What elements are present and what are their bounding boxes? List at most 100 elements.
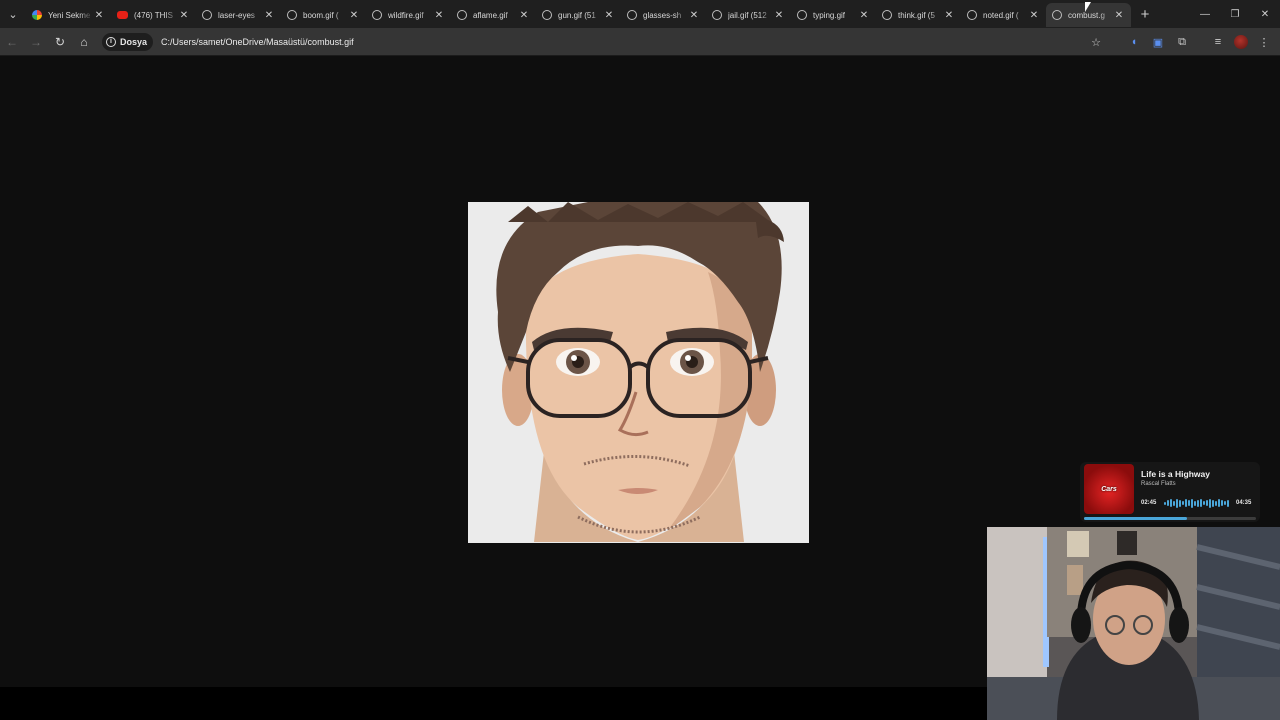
waveform-bar — [1221, 500, 1223, 506]
url-text[interactable]: C:/Users/samet/OneDrive/Masaüstü/combust… — [161, 37, 354, 47]
combust-gif-image — [468, 202, 809, 543]
waveform-bar — [1194, 500, 1196, 506]
extensions-icon[interactable]: ⧉ — [1174, 34, 1190, 50]
tab-close-icon[interactable]: ✕ — [603, 10, 615, 21]
tab-close-icon[interactable]: ✕ — [773, 10, 785, 21]
tab-close-icon[interactable]: ✕ — [858, 10, 870, 21]
song-artist: Rascal Flatts — [1141, 481, 1176, 487]
song-title: Life is a Highway — [1141, 469, 1210, 479]
tab-close-icon[interactable]: ✕ — [263, 10, 275, 21]
minimize-icon[interactable]: — — [1190, 0, 1220, 28]
tab-8[interactable]: glasses-sh ✕ — [621, 3, 706, 27]
restore-icon[interactable]: ❐ — [1220, 0, 1250, 28]
tab-title: gun.gif (51 — [558, 10, 596, 20]
waveform-bar — [1206, 500, 1208, 506]
youtube-icon — [117, 11, 128, 19]
home-button[interactable]: ⌂ — [72, 30, 96, 54]
elapsed-time: 02:45 — [1141, 500, 1157, 506]
toolbar-actions: ☆ ◖ ▣ ⧉ ≡ ⋮ — [1088, 28, 1272, 56]
browser-toolbar: ← → ↻ ⌂ i Dosya C:/Users/samet/OneDrive/… — [0, 28, 1280, 56]
tab-title: boom.gif ( — [303, 10, 339, 20]
waveform-bar — [1170, 499, 1172, 507]
tab-title: typing.gif — [813, 10, 846, 20]
tab-9[interactable]: jail.gif (512 ✕ — [706, 3, 791, 27]
new-tab-button[interactable]: + — [1133, 6, 1157, 23]
tab-title: wildfire.gif — [388, 10, 424, 20]
globe-icon — [202, 10, 212, 20]
tab-title: think.gif (5 — [898, 10, 935, 20]
waveform-bar — [1227, 499, 1229, 507]
anime-face-illustration — [468, 202, 809, 543]
menu-icon[interactable]: ⋮ — [1256, 34, 1272, 50]
profile-avatar[interactable] — [1234, 35, 1248, 49]
waveform-bar — [1188, 500, 1190, 506]
tab-title: noted.gif ( — [983, 10, 1019, 20]
tab-close-icon[interactable]: ✕ — [1028, 10, 1040, 21]
waveform-bar — [1182, 501, 1184, 505]
waveform-bar — [1224, 501, 1226, 505]
globe-icon — [797, 10, 807, 20]
tab-close-icon[interactable]: ✕ — [348, 10, 360, 21]
tab-close-icon[interactable]: ✕ — [178, 10, 190, 21]
back-button[interactable]: ← — [0, 30, 24, 54]
webcam-overlay — [987, 527, 1280, 720]
waveform-bar — [1167, 500, 1169, 506]
site-info-chip[interactable]: i Dosya — [102, 32, 154, 51]
globe-icon — [457, 10, 467, 20]
waveform-bar — [1176, 498, 1178, 508]
info-icon: i — [106, 36, 116, 47]
tab-12[interactable]: noted.gif ( ✕ — [961, 3, 1046, 27]
tab-close-icon[interactable]: ✕ — [93, 10, 105, 21]
translate-icon[interactable]: ▣ — [1150, 34, 1166, 50]
tab-title: jail.gif (512 — [728, 10, 767, 20]
tab-title: laser-eyes — [218, 10, 255, 20]
waveform-bar — [1191, 498, 1193, 508]
audio-waveform — [1164, 498, 1230, 508]
album-art: Cars — [1084, 464, 1134, 514]
tab-close-icon[interactable]: ✕ — [518, 10, 530, 21]
waveform-bar — [1197, 499, 1199, 507]
globe-icon — [967, 10, 977, 20]
playback-progress-bar[interactable] — [1084, 517, 1256, 520]
total-time: 04:35 — [1236, 500, 1252, 506]
tab-close-icon[interactable]: ✕ — [433, 10, 445, 21]
tab-4[interactable]: boom.gif ( ✕ — [281, 3, 366, 27]
waveform-bar — [1218, 499, 1220, 507]
waveform-bar — [1200, 499, 1202, 507]
tab-3[interactable]: laser-eyes ✕ — [196, 3, 281, 27]
globe-icon — [712, 10, 722, 20]
waveform-bar — [1203, 501, 1205, 505]
tab-title: (476) THIS — [134, 10, 173, 20]
globe-icon — [1052, 10, 1062, 20]
tab-1[interactable]: Yeni Sekme ✕ — [26, 3, 111, 27]
bookmark-star-icon[interactable]: ☆ — [1088, 34, 1104, 50]
playback-progress-fill — [1084, 517, 1188, 520]
tab-close-icon[interactable]: ✕ — [1113, 10, 1125, 21]
tab-2[interactable]: (476) THIS ✕ — [111, 3, 196, 27]
globe-icon — [542, 10, 552, 20]
tab-search-button[interactable]: ⌄ — [0, 0, 26, 28]
waveform-bar — [1179, 499, 1181, 507]
waveform-bar — [1173, 500, 1175, 506]
media-player-widget[interactable]: Cars Life is a Highway Rascal Flatts 02:… — [1080, 462, 1260, 522]
reload-button[interactable]: ↻ — [48, 30, 72, 54]
tab-7[interactable]: gun.gif (51 ✕ — [536, 3, 621, 27]
media-control-icon[interactable]: ≡ — [1210, 34, 1226, 50]
address-bar[interactable]: i Dosya C:/Users/samet/OneDrive/Masaüstü… — [102, 31, 354, 53]
globe-icon — [372, 10, 382, 20]
tab-10[interactable]: typing.gif ✕ — [791, 3, 876, 27]
globe-icon — [627, 10, 637, 20]
read-aloud-icon[interactable]: ◖ — [1126, 34, 1142, 50]
album-art-logo: Cars — [1101, 485, 1117, 493]
tabs-container: Yeni Sekme ✕ (476) THIS ✕ laser-eyes ✕ boom.gi… — [26, 1, 1131, 27]
tab-title: aflame.gif — [473, 10, 508, 20]
forward-button[interactable]: → — [24, 30, 48, 54]
tab-title: glasses-sh — [643, 10, 682, 20]
tab-5[interactable]: wildfire.gif ✕ — [366, 3, 451, 27]
close-window-icon[interactable]: ✕ — [1250, 0, 1280, 28]
tab-6[interactable]: aflame.gif ✕ — [451, 3, 536, 27]
tab-close-icon[interactable]: ✕ — [688, 10, 700, 21]
tab-11[interactable]: think.gif (5 ✕ — [876, 3, 961, 27]
tab-close-icon[interactable]: ✕ — [943, 10, 955, 21]
globe-icon — [882, 10, 892, 20]
